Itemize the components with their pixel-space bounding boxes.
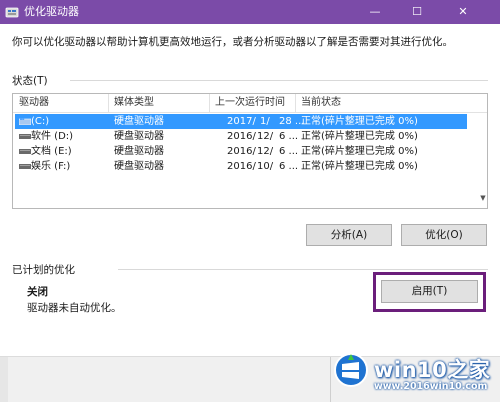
drive-name: 文档 (E:) [31,146,72,157]
drive-name: 娱乐 (F:) [31,161,71,172]
drive-list[interactable]: 驱动器 媒体类型 上一次运行时间 当前状态 (C:) 硬盘驱动器 2017/ 1… [12,93,488,209]
win10-logo-icon [334,353,368,387]
drive-name: 软件 (D:) [31,131,74,142]
column-header-status[interactable]: 当前状态 [301,97,341,109]
drive-row-e[interactable]: 文档 (E:) 硬盘驱动器 2016/ 12/ 6 ... 正常(碎片整理已完成… [15,144,467,159]
last-run-month: 10/ [257,161,274,172]
last-run-day: 6 ... [279,146,299,157]
drive-status: 正常(碎片整理已完成 0%) [301,146,418,157]
last-run-year: 2016/ [227,161,256,172]
watermark-url: www.2016win10.com [374,381,488,392]
schedule-description: 驱动器未自动优化。 [27,302,122,314]
window-title: 优化驱动器 [24,5,79,18]
drive-icon [19,134,31,139]
column-divider[interactable] [209,94,210,112]
footer-panel [0,357,8,402]
watermark-brand: win10之家 [374,358,491,382]
drive-icon [19,164,31,169]
drive-status: 正常(碎片整理已完成 0%) [301,131,418,142]
last-run-month: 12/ [257,131,274,142]
column-header-drive[interactable]: 驱动器 [19,97,49,109]
drive-status: 正常(碎片整理已完成 0%) [301,161,418,172]
last-run-year: 2017/ [227,116,256,127]
scheduled-optimization-label: 已计划的优化 [12,264,75,276]
scheduled-divider [118,269,488,270]
analyze-button[interactable]: 分析(A) [306,224,392,246]
close-icon: ✕ [458,5,468,18]
last-run-month: 12/ [257,146,274,157]
drive-row-f[interactable]: 娱乐 (F:) 硬盘驱动器 2016/ 10/ 6 ... 正常(碎片整理已完成… [15,159,467,174]
last-run-day: 6 ... [279,131,299,142]
drive-media-type: 硬盘驱动器 [114,146,164,157]
last-run-day: 6 ... [279,161,299,172]
drive-media-type: 硬盘驱动器 [114,116,164,127]
windows-drive-icon [19,118,31,125]
drive-row-d[interactable]: 软件 (D:) 硬盘驱动器 2016/ 12/ 6 ... 正常(碎片整理已完成… [15,129,467,144]
status-divider [70,80,488,81]
drive-status: 正常(碎片整理已完成 0%) [301,116,418,127]
close-button[interactable]: ✕ [448,0,478,24]
drive-media-type: 硬盘驱动器 [114,131,164,142]
maximize-button[interactable]: ☐ [402,0,432,24]
drive-name: (C:) [31,116,50,127]
minimize-button[interactable]: — [360,0,390,24]
column-header-media[interactable]: 媒体类型 [114,97,154,109]
column-divider[interactable] [108,94,109,112]
last-run-year: 2016/ [227,146,256,157]
footer-panel-divider [330,357,331,402]
drive-row-c[interactable]: (C:) 硬盘驱动器 2017/ 1/ 28 ... 正常(碎片整理已完成 0%… [15,114,467,129]
highlight-box [373,272,486,312]
schedule-state: 关闭 [27,286,48,298]
maximize-icon: ☐ [412,5,422,18]
drive-icon [19,149,31,154]
last-run-year: 2016/ [227,131,256,142]
drive-media-type: 硬盘驱动器 [114,161,164,172]
drive-list-header: 驱动器 媒体类型 上一次运行时间 当前状态 [13,94,487,113]
optimize-button[interactable]: 优化(O) [401,224,487,246]
minimize-icon: — [369,5,381,18]
intro-text: 你可以优化驱动器以帮助计算机更高效地运行，或者分析驱动器以了解是否需要对其进行优… [12,36,453,48]
status-label: 状态(T) [12,75,48,87]
last-run-month: 1/ [260,116,270,127]
column-header-last-run[interactable]: 上一次运行时间 [215,97,285,109]
column-divider[interactable] [295,94,296,112]
defrag-app-icon [5,7,19,18]
scroll-down-icon[interactable]: ▼ [478,194,488,204]
